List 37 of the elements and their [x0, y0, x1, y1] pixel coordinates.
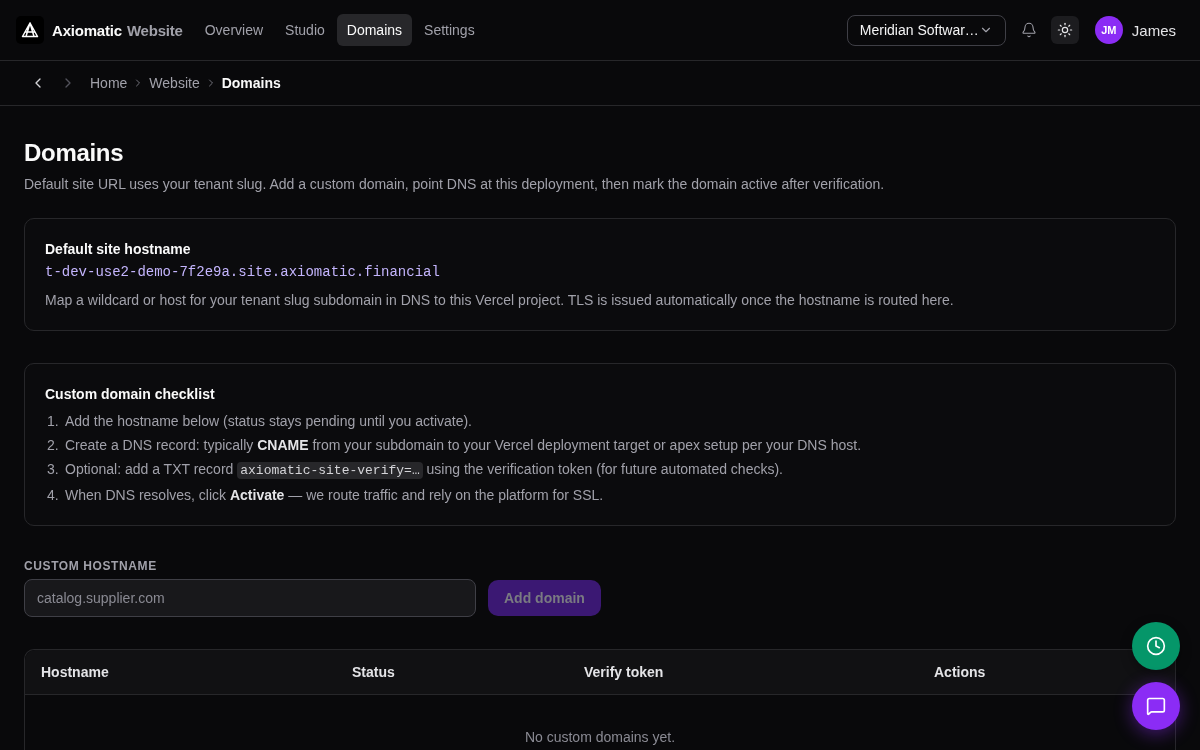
card-title: Custom domain checklist — [45, 385, 215, 404]
page-title: Domains — [24, 138, 124, 168]
checklist-item: 1. Add the hostname below (status stays pending until you activate). — [47, 412, 473, 431]
field-label: CUSTOM HOSTNAME — [24, 558, 157, 574]
sun-icon — [1056, 22, 1073, 38]
theme-toggle-button[interactable] — [1050, 16, 1079, 44]
column-header: Verify token — [583, 664, 665, 680]
hostname-input[interactable]: catalog.supplier.com — [24, 579, 476, 617]
breadcrumb-link[interactable]: Website — [149, 75, 200, 91]
default-hostname: t-dev-use2-demo-7f2e9a.site.axiomatic.financial — [45, 263, 440, 282]
chat-button[interactable] — [1132, 682, 1180, 730]
column-header: Hostname — [40, 664, 110, 680]
chat-bubble-icon — [1146, 696, 1166, 716]
breadcrumb-link[interactable]: Home — [90, 75, 128, 91]
logo-icon — [16, 16, 44, 44]
breadcrumb-link[interactable]: Domains — [221, 75, 281, 91]
column-header: Actions — [933, 664, 987, 680]
clock-icon — [1146, 636, 1166, 656]
card-description: Map a wildcard or host for your tenant slug subdomain in DNS to this Vercel project. TLS is issued automatically once the hostname is routed here. — [45, 291, 954, 310]
empty-message: No custom domains yet. — [524, 728, 676, 747]
nav-tab[interactable]: Domains — [336, 14, 413, 46]
nav-tab[interactable]: Overview — [194, 14, 274, 46]
brand-name: Axiomatic — [52, 21, 122, 39]
product-name: Website — [126, 21, 183, 39]
user-avatar[interactable]: JM — [1094, 16, 1123, 44]
card-title: Default site hostname — [45, 240, 191, 259]
page-subtitle: Default site URL uses your tenant slug. Add a custom domain, point DNS at this deployment, then mark the domain active after verification. — [24, 175, 885, 194]
history-button[interactable] — [1132, 622, 1180, 670]
organization-dropdown[interactable]: Meridian Softwar… — [846, 14, 1006, 46]
nav-tab[interactable]: Settings — [414, 14, 485, 46]
checklist-item: 2. Create a DNS record: typically CNAME from your subdomain to your Vercel deployment target or apex setup per your DNS host. — [47, 436, 862, 455]
user-name: James — [1131, 21, 1176, 39]
column-header: Status — [351, 664, 396, 680]
checklist-item: 4. When DNS resolves, click Activate — we route traffic and rely on the platform for SSL. — [47, 486, 605, 505]
checklist-item: 3. Optional: add a TXT record axiomatic-site-verify=… using the verification token (for future automated checks). — [47, 460, 784, 481]
nav-tab[interactable]: Studio — [275, 14, 335, 46]
bell-icon — [1020, 22, 1037, 38]
